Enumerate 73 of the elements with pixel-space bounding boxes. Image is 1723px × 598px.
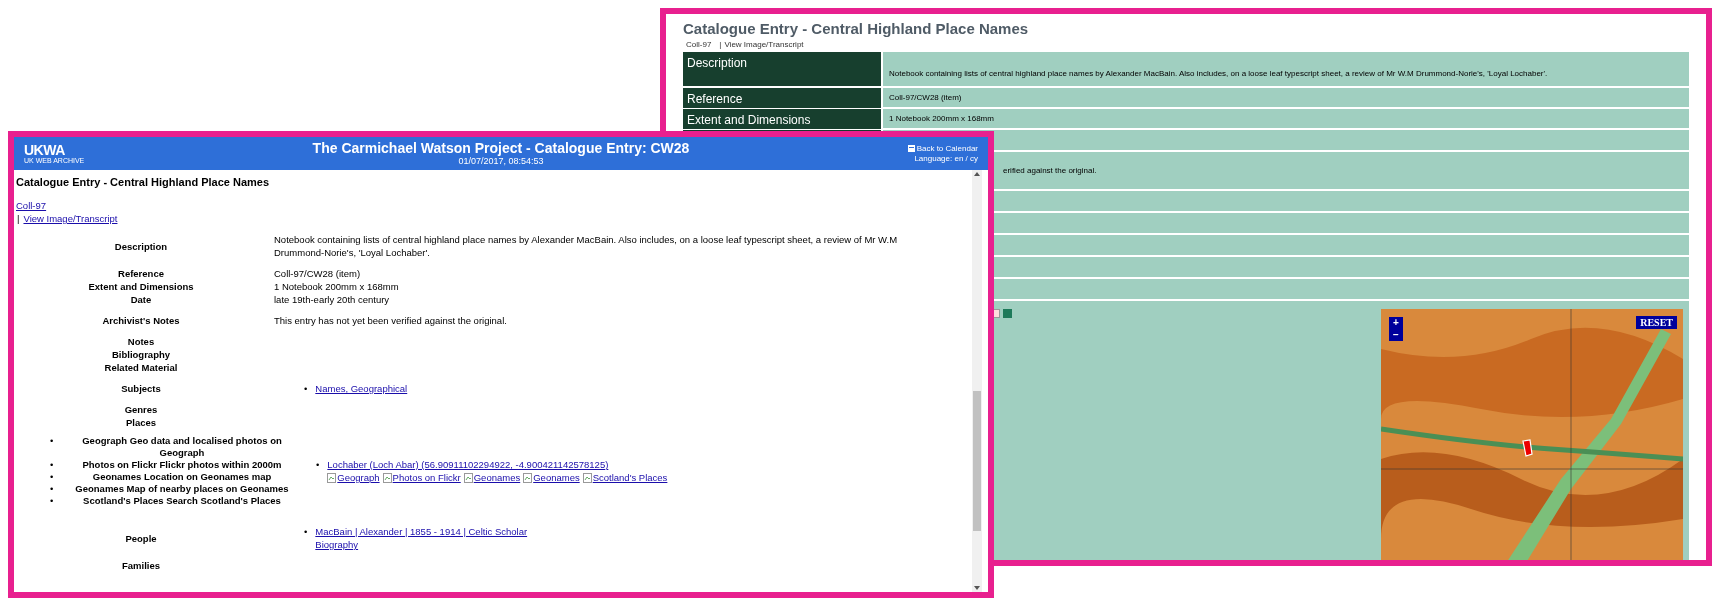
field-value: This entry has not yet been verified against the original. (274, 315, 507, 326)
person-link[interactable]: MacBain | Alexander | 1855 - 1914 | Celtic Scholar (315, 525, 528, 538)
scroll-up-icon (974, 172, 980, 176)
zoom-in-button[interactable]: + (1389, 317, 1403, 329)
reset-button[interactable]: RESET (1636, 316, 1677, 329)
bullet-text: • (50, 435, 55, 447)
zoom-out-button[interactable]: − (1389, 329, 1403, 341)
broken-image-icon (582, 472, 592, 483)
bullet-text: • (50, 483, 55, 495)
separator-text: | (17, 212, 20, 225)
field-value: 1 Notebook 200mm x 168mm (274, 281, 399, 292)
broken-image-alt-text: Geograph Geo data and localised photos on Geograph (81, 435, 283, 459)
bullet-text: • (50, 495, 55, 507)
field-label: Extent and Dimensions (88, 281, 194, 292)
broken-image-alt-text: Geonames Map of nearby places on Geonames (74, 483, 290, 495)
value-cell: 1 Notebook 200mm x 168mm (889, 113, 994, 125)
view-image-link[interactable]: View Image/Transcript (23, 212, 118, 225)
map-pin-icon (1521, 439, 1533, 457)
calendar-icon (907, 145, 915, 152)
broken-image-alt-text: Scotland's Places Search Scotland's Places (82, 495, 282, 507)
collection-link[interactable]: Coll-97 (16, 199, 47, 212)
broken-image-alt-text: Photos on Flickr Flickr photos within 2000m (81, 459, 283, 471)
label-cell: Reference (683, 88, 883, 108)
image-link[interactable]: Geograph (327, 471, 380, 484)
collection-link[interactable]: Coll-97 (686, 39, 712, 50)
broken-image-alt-text: Geonames Location on Geonames map (91, 471, 273, 483)
bullet-text: • (304, 525, 308, 539)
scroll-down-icon (974, 586, 980, 590)
subject-link[interactable]: Names, Geographical (315, 382, 408, 395)
label-cell: Extent and Dimensions (683, 109, 883, 129)
field-label: Related Material (104, 362, 178, 373)
field-value: late 19th-early 20th century (274, 294, 390, 305)
page-title: Catalogue Entry - Central Highland Place Names (683, 19, 1030, 39)
entry-heading: Catalogue Entry - Central Highland Place Names (16, 175, 271, 189)
back-to-calendar-link[interactable]: Back to Calendar (907, 143, 978, 154)
biography-link[interactable]: Biography (315, 538, 359, 551)
field-label: Subjects (121, 383, 161, 394)
page-title: The Carmichael Watson Project - Catalogue Entry: CW28 (312, 140, 690, 156)
field-label: Places (125, 417, 157, 428)
broken-image-icon (327, 472, 337, 483)
separator-text: | (719, 39, 722, 50)
logo-text: UKWA (24, 142, 66, 157)
field-label: Notes (127, 336, 155, 347)
value-cell: Notebook containing lists of central highland place names by Alexander MacBain. Also includes, on a loose leaf typescript sheet, a review of Mr W.M Drummond-Norie's, 'Loyal Lochaber'. (889, 68, 1548, 80)
field-value: Notebook containing lists of central highland place names by Alexander MacBain. Also includes, on a loose leaf typescript sheet, a review of Mr W.M Drummond-Norie's, 'Loyal Lochaber'. (274, 234, 898, 258)
broken-image-icon (463, 472, 473, 483)
bullet-text: • (316, 458, 320, 472)
bookmark-icon (1003, 309, 1012, 318)
field-label: Description (114, 240, 168, 252)
broken-image-icon (523, 472, 533, 483)
value-cell: Coll-97/CW28 (item) (889, 92, 962, 104)
field-label: Bibliography (111, 349, 171, 360)
field-label: Reference (118, 268, 164, 279)
timestamp: 01/07/2017, 08:54:53 (458, 155, 544, 167)
bullet-text: • (50, 459, 55, 471)
image-link[interactable]: Geonames (463, 471, 521, 484)
place-link[interactable]: Lochaber (Loch Abar) (56.90911102294922, -4.900421142578125) (327, 459, 609, 470)
bullet-text: • (304, 382, 308, 395)
image-link[interactable]: Photos on Flickr (382, 471, 461, 484)
field-label: Families (122, 560, 160, 571)
image-link[interactable]: Geonames (523, 471, 580, 484)
bullet-text: • (50, 471, 55, 483)
field-label: Genres (124, 404, 158, 415)
view-image-link[interactable]: View Image/Transcript (724, 39, 804, 50)
label-cell: Description (683, 52, 883, 86)
field-value: Coll-97/CW28 (item) (274, 268, 361, 279)
field-label: Archivist's Notes (102, 315, 180, 326)
broken-image-icon (382, 472, 392, 483)
image-link[interactable]: Scotland's Places (582, 471, 668, 484)
field-label: People (125, 532, 157, 544)
field-label: Date (130, 294, 152, 305)
value-cell: erified against the original. (1003, 164, 1097, 177)
language-label: Language: en / cy (914, 153, 978, 164)
